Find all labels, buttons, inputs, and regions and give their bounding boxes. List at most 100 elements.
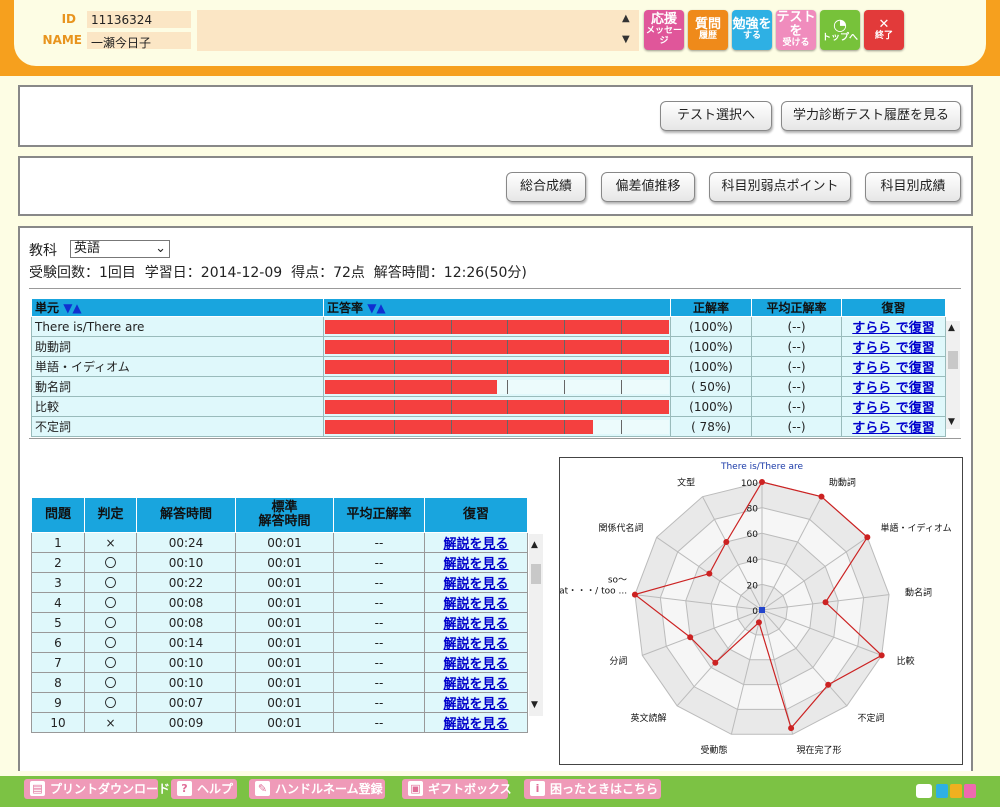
review-link[interactable]: すらら で復習 [852,381,935,396]
bar-gridline [564,399,566,414]
unit-rate: ( 50%) [670,376,752,397]
review-link[interactable]: すらら で復習 [852,361,935,376]
handle-name-button[interactable]: ✎ ハンドルネーム登録 [249,779,385,799]
answer-time: 00:08 [136,612,236,633]
explanation-link[interactable]: 解説を見る [443,697,508,712]
logo-block-icon [964,784,976,798]
message-scroll-down-icon[interactable]: ▼ [622,34,630,45]
radar-category-label: 動名詞 [905,587,932,599]
explanation-link[interactable]: 解説を見る [443,537,508,552]
rate-bar [325,339,669,354]
answer-time: 00:07 [136,692,236,713]
avg-rate-header: 平均正解率 [333,497,425,533]
table-row: 10 × 00:09 00:01 -- 解説を見る [31,712,528,733]
explanation-link[interactable]: 解説を見る [443,637,508,652]
test-select-button[interactable]: テスト選択へ [660,101,772,131]
review-link[interactable]: すらら で復習 [852,421,935,436]
message-scroll-up-icon[interactable]: ▲ [622,13,630,24]
answer-time: 00:22 [136,572,236,593]
unit-rate: (100%) [670,356,752,377]
avg-rate-header: 平均正解率 [751,298,842,317]
weak-points-button[interactable]: 科目別弱点ポイント [709,172,851,202]
review-link[interactable]: すらら で復習 [852,401,935,416]
unit-rate: (100%) [670,336,752,357]
top-button-sub-label: メッセージ [645,26,682,47]
bar-gridline [393,359,395,374]
question-no: 2 [31,552,85,573]
unit-sort-icon[interactable]: ▼▲ [63,301,81,315]
top-page-button[interactable]: ◔ トップへ [820,10,860,50]
bar-gridline [620,339,622,354]
explanation-link[interactable]: 解説を見る [443,577,508,592]
question-history-button[interactable]: 質問 履歴 [688,10,728,50]
unit-avg-rate: (--) [751,376,842,397]
standard-time: 00:01 [235,632,334,653]
answer-time: 00:08 [136,592,236,613]
explanation-link[interactable]: 解説を見る [443,617,508,632]
gift-box-button[interactable]: ▣ ギフトボックス [402,779,512,799]
judge-mark: 〇 [84,612,137,633]
print-download-button[interactable]: ▤ プリントダウンロード [24,779,170,799]
radar-category-label: 分詞 [609,655,627,667]
unit-avg-rate: (--) [751,396,842,417]
table-row: 4 〇 00:08 00:01 -- 解説を見る [31,592,528,613]
scroll-down-icon[interactable]: ▼ [948,417,955,427]
explanation-link[interactable]: 解説を見る [443,557,508,572]
take-test-button[interactable]: テストを 受ける [776,10,816,50]
bar-gridline [450,419,452,434]
explanation-link[interactable]: 解説を見る [443,657,508,672]
unit-avg-rate: (--) [751,336,842,357]
unit-table-scrollbar[interactable]: ▲ ▼ [946,321,960,429]
question-table-scrollbar[interactable]: ▲ ▼ [529,534,543,716]
deviation-trend-button[interactable]: 偏差値推移 [601,172,695,202]
bar-gridline [450,359,452,374]
judge-mark: 〇 [84,592,137,613]
radar-data-point [878,652,885,659]
scroll-up-icon[interactable]: ▲ [948,323,955,333]
study-button[interactable]: 勉強を する [732,10,772,50]
help-button[interactable]: ? ヘルプ [171,779,237,799]
rate-bar-fill [325,319,669,334]
question-no-header: 問題 [31,497,85,533]
bar-gridline [564,319,566,334]
question-no: 4 [31,592,85,613]
table-row: 2 〇 00:10 00:01 -- 解説を見る [31,552,528,573]
standard-time-header: 標準 解答時間 [235,497,334,533]
explanation-link[interactable]: 解説を見る [443,677,508,692]
scroll-thumb[interactable] [531,564,541,584]
mouse-icon: ◔ [833,15,847,35]
subject-results-button[interactable]: 科目別成績 [865,172,961,202]
radar-tick-label: 60 [747,530,759,540]
scroll-up-icon[interactable]: ▲ [531,540,538,550]
bar-gridline [620,399,622,414]
subject-select[interactable]: 英語 ⌄ [70,240,170,258]
table-row: 8 〇 00:10 00:01 -- 解説を見る [31,672,528,693]
handle-name-label: ハンドルネーム登録 [275,782,383,796]
top-bar: ID 11136324 NAME 一瀬今日子 ▲ ▼ 応援 メッセージ 質問 履歴 勉強… [0,0,1000,76]
overall-results-button[interactable]: 総合成績 [506,172,586,202]
avg-rate: -- [333,612,425,633]
radar-data-point [687,634,694,641]
scroll-down-icon[interactable]: ▼ [531,700,538,710]
logo-mascot-icon [916,784,932,798]
message-box[interactable] [197,10,639,51]
scroll-thumb[interactable] [948,351,958,369]
review-link[interactable]: すらら で復習 [852,321,935,336]
trouble-help-button[interactable]: i 困ったときはこちら [524,779,661,799]
rate-sort-icon[interactable]: ▼▲ [367,301,385,315]
standard-time: 00:01 [235,652,334,673]
review-link[interactable]: すらら で復習 [852,341,935,356]
exit-button[interactable]: ✕ 終了 [864,10,904,50]
bar-gridline [507,359,509,374]
radar-tick-label: 100 [741,479,758,489]
test-history-button[interactable]: 学力診断テスト履歴を見る [781,101,961,131]
explanation-link[interactable]: 解説を見る [443,597,508,612]
radar-tick-label: 40 [747,556,759,566]
radar-data-point [864,534,871,541]
cheer-message-button[interactable]: 応援 メッセージ [644,10,684,50]
logo [916,780,978,800]
answer-time-header: 解答時間 [136,497,236,533]
explanation-link[interactable]: 解説を見る [443,717,508,732]
unit-avg-rate: (--) [751,316,842,337]
avg-rate: -- [333,692,425,713]
